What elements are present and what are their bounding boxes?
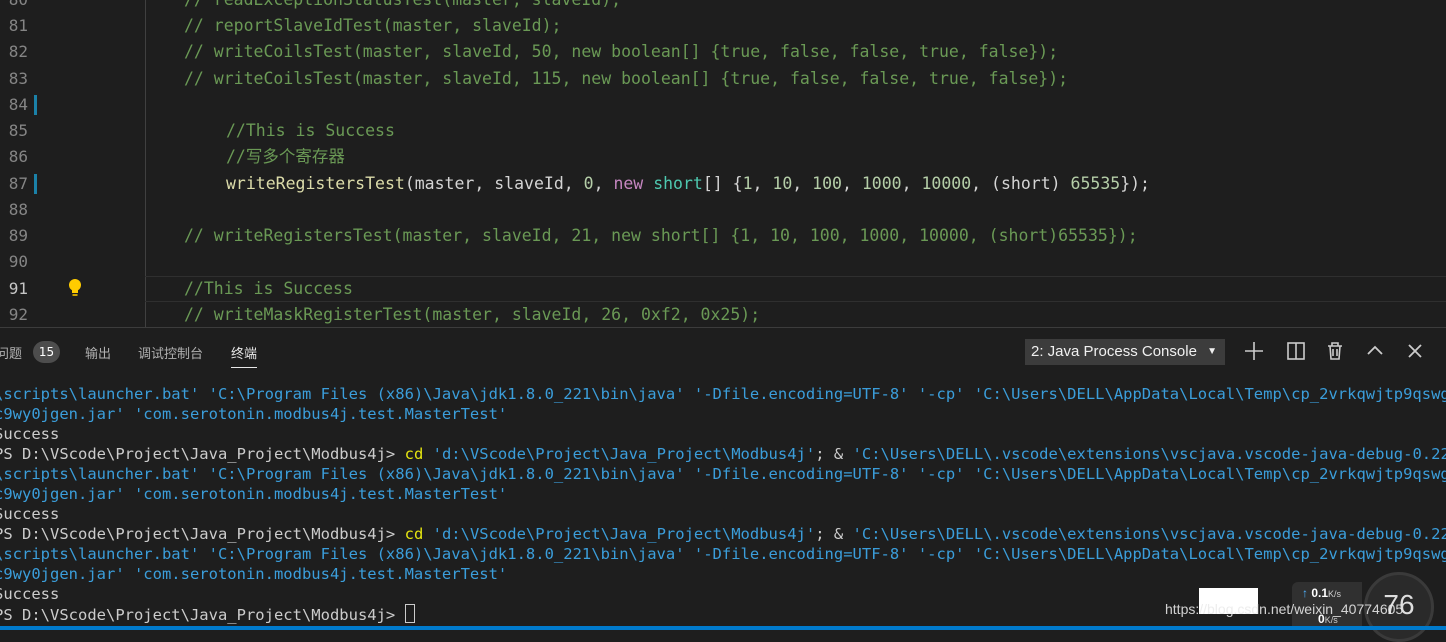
lightbulb-icon[interactable] bbox=[67, 278, 83, 298]
code-text: // writeCoilsTest(master, slaveId, 50, n… bbox=[184, 42, 1059, 61]
terminal-line: Success bbox=[0, 425, 60, 443]
code-line-80[interactable]: 80 // readExceptionStatusTest(master, sl… bbox=[0, 0, 1446, 13]
terminal-line[interactable]: PS D:\VScode\Project\Java_Project\Modbus… bbox=[0, 604, 415, 624]
split-icon[interactable] bbox=[1284, 339, 1308, 363]
chevron-down-icon: ▼ bbox=[1207, 346, 1217, 357]
terminal-line: \scripts\launcher.bat' 'C:\Program Files… bbox=[0, 385, 1446, 403]
trash-icon[interactable] bbox=[1323, 339, 1347, 363]
terminal-line: \scripts\launcher.bat' 'C:\Program Files… bbox=[0, 465, 1446, 483]
code-line-85[interactable]: 85 //This is Success bbox=[0, 118, 1446, 144]
line-number: 91 bbox=[8, 279, 28, 298]
terminal-line: PS D:\VScode\Project\Java_Project\Modbus… bbox=[0, 524, 1446, 544]
line-number: 89 bbox=[8, 226, 28, 245]
terminal-line: Success bbox=[0, 505, 60, 523]
function-name: writeRegistersTest bbox=[226, 174, 405, 193]
terminal-line: c9wy0jgen.jar' 'com.serotonin.modbus4j.t… bbox=[0, 565, 508, 583]
command: cd bbox=[404, 445, 424, 463]
chevron-up-icon[interactable] bbox=[1363, 339, 1387, 363]
code-line-81[interactable]: 81 // reportSlaveIdTest(master, slaveId)… bbox=[0, 13, 1446, 39]
terminal-line: PS D:\VScode\Project\Java_Project\Modbus… bbox=[0, 444, 1446, 464]
terminal-line: \scripts\launcher.bat' 'C:\Program Files… bbox=[0, 545, 1446, 563]
code-line-89[interactable]: 89 // writeRegistersTest(master, slaveId… bbox=[0, 223, 1446, 249]
code-text: // reportSlaveIdTest(master, slaveId); bbox=[184, 16, 562, 35]
terminal-line: c9wy0jgen.jar' 'com.serotonin.modbus4j.t… bbox=[0, 405, 508, 423]
terminal-select[interactable]: 2: Java Process Console ▼ bbox=[1025, 339, 1225, 365]
code-text: //This is Success bbox=[226, 121, 395, 140]
terminal-cursor bbox=[404, 604, 415, 623]
tab-debug-console[interactable]: 调试控制台 bbox=[138, 343, 203, 362]
command: cd bbox=[404, 525, 424, 543]
code-text: // readExceptionStatusTest(master, slave… bbox=[184, 0, 621, 13]
terminal-line: Success bbox=[0, 585, 60, 603]
code-line-88[interactable]: 88 bbox=[0, 197, 1446, 223]
line-number: 87 bbox=[8, 174, 28, 193]
code-editor[interactable]: 80 // readExceptionStatusTest(master, sl… bbox=[0, 0, 1446, 327]
terminal-select-value: 2: Java Process Console bbox=[1031, 343, 1197, 360]
watermark: https://blog.csdn.net/weixin_40774605 bbox=[1165, 601, 1404, 617]
line-number: 90 bbox=[8, 252, 28, 271]
panel-header: 问题 15 输出 调试控制台 终端 2: Java Process Consol… bbox=[0, 328, 1446, 374]
line-number: 85 bbox=[8, 121, 28, 140]
tab-terminal[interactable]: 终端 bbox=[231, 343, 258, 368]
code-text: //This is Success bbox=[184, 279, 353, 298]
tab-output[interactable]: 输出 bbox=[85, 343, 111, 362]
code-line-87[interactable]: 87 writeRegistersTest(master, slaveId, 0… bbox=[0, 171, 1446, 197]
code-line-92[interactable]: 92 // writeMaskRegisterTest(master, slav… bbox=[0, 302, 1446, 327]
line-number: 92 bbox=[8, 305, 28, 324]
upload-speed: ↑ 0.1K/s bbox=[1302, 586, 1342, 600]
code-text: writeRegistersTest(master, slaveId, 0, n… bbox=[226, 174, 1150, 193]
code-line-83[interactable]: 83 // writeCoilsTest(master, slaveId, 11… bbox=[0, 66, 1446, 92]
git-change-marker bbox=[34, 174, 37, 194]
plus-icon[interactable] bbox=[1242, 339, 1266, 363]
line-number: 80 bbox=[0, 0, 28, 13]
problems-count-badge: 15 bbox=[33, 341, 60, 363]
status-bar bbox=[0, 626, 1446, 630]
code-text: //写多个寄存器 bbox=[226, 147, 345, 166]
prompt: PS D:\VScode\Project\Java_Project\Modbus… bbox=[0, 606, 405, 624]
code-line-91[interactable]: 91 //This is Success bbox=[0, 276, 1446, 302]
prompt: PS D:\VScode\Project\Java_Project\Modbus… bbox=[0, 525, 405, 543]
code-line-84[interactable]: 84 bbox=[0, 92, 1446, 118]
code-text: // writeCoilsTest(master, slaveId, 115, … bbox=[184, 69, 1069, 88]
git-change-marker bbox=[34, 95, 37, 115]
tab-problems[interactable]: 问题 bbox=[0, 343, 22, 362]
code-line-86[interactable]: 86 //写多个寄存器 bbox=[0, 144, 1446, 170]
code-text: // writeRegistersTest(master, slaveId, 2… bbox=[184, 226, 1138, 245]
line-number: 82 bbox=[8, 42, 28, 61]
line-number: 86 bbox=[8, 147, 28, 166]
code-line-82[interactable]: 82 // writeCoilsTest(master, slaveId, 50… bbox=[0, 39, 1446, 65]
code-line-90[interactable]: 90 bbox=[0, 249, 1446, 275]
close-icon[interactable] bbox=[1403, 339, 1427, 363]
bottom-panel: 问题 15 输出 调试控制台 终端 2: Java Process Consol… bbox=[0, 327, 1446, 631]
terminal-line: c9wy0jgen.jar' 'com.serotonin.modbus4j.t… bbox=[0, 485, 508, 503]
line-number: 83 bbox=[8, 69, 28, 88]
line-number: 84 bbox=[8, 95, 28, 114]
line-number: 81 bbox=[8, 16, 28, 35]
code-text: // writeMaskRegisterTest(master, slaveId… bbox=[184, 305, 761, 324]
line-number: 88 bbox=[8, 200, 28, 219]
prompt: PS D:\VScode\Project\Java_Project\Modbus… bbox=[0, 445, 405, 463]
